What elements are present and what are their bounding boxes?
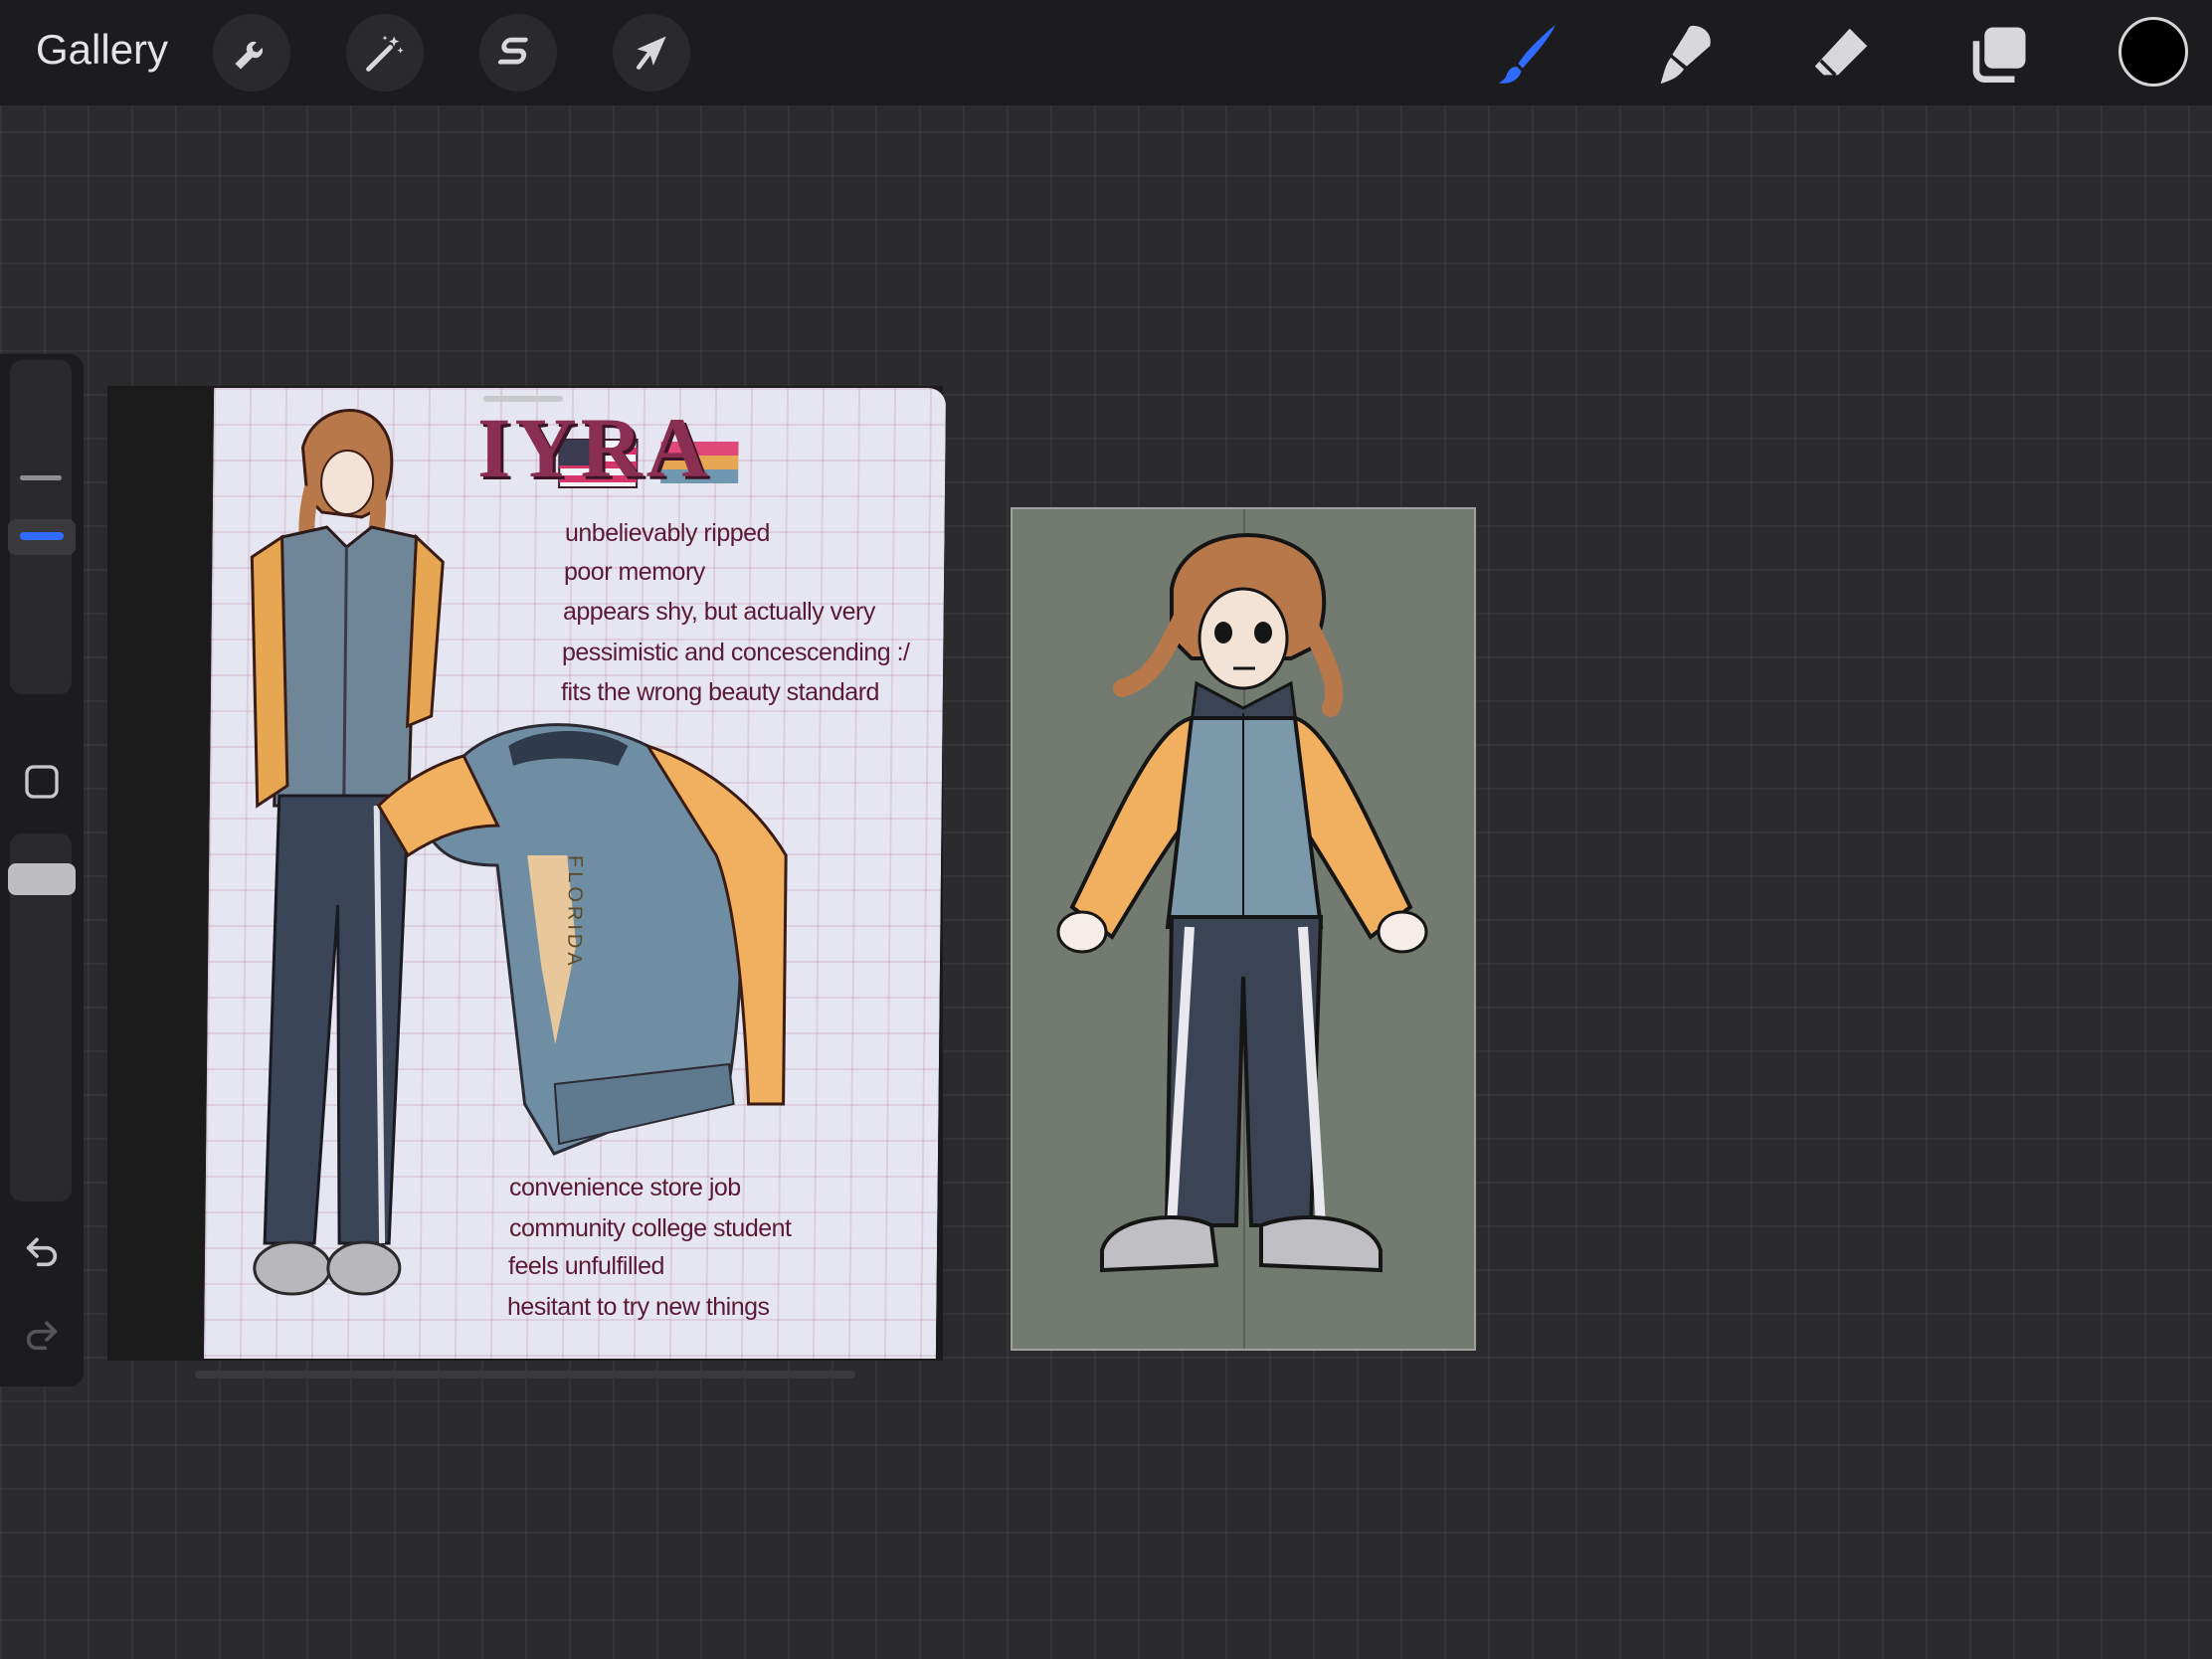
brush-size-thumb[interactable] — [8, 519, 76, 555]
brush-icon — [1499, 25, 1556, 84]
wrench-icon — [235, 42, 263, 70]
adjustments-button[interactable] — [346, 14, 424, 92]
brush-button[interactable] — [1492, 18, 1566, 92]
character-drawing — [1056, 533, 1428, 1273]
smudge-button[interactable] — [1647, 18, 1721, 92]
undo-button[interactable] — [14, 1223, 70, 1279]
trait-line: appears shy, but actually very — [563, 598, 875, 626]
smudge-icon — [1660, 25, 1711, 85]
opacity-thumb[interactable] — [8, 863, 76, 895]
trait-line: feels unfulfilled — [508, 1252, 664, 1280]
drawing-canvas[interactable] — [1011, 507, 1476, 1351]
redo-icon — [26, 1321, 58, 1351]
magic-wand-icon — [366, 35, 404, 72]
trait-line: pessimistic and concescending :/ — [562, 639, 910, 666]
undo-icon — [26, 1237, 58, 1267]
arrow-cursor-icon — [636, 36, 666, 70]
top-toolbar: Gallery — [0, 0, 2212, 105]
eraser-button[interactable] — [1804, 18, 1878, 92]
trait-line: unbelievably ripped — [565, 519, 770, 547]
reference-window-scrollbar[interactable] — [195, 1371, 855, 1379]
modify-button[interactable] — [14, 754, 70, 810]
square-icon — [25, 765, 59, 799]
trait-line: poor memory — [564, 558, 705, 586]
trait-line: hesitant to try new things — [507, 1293, 770, 1321]
sidebar-panel — [0, 354, 84, 1386]
color-picker-swatch[interactable] — [2119, 17, 2188, 87]
gallery-button[interactable]: Gallery — [36, 26, 168, 74]
selection-s-icon — [497, 37, 528, 65]
layers-icon — [1972, 27, 2026, 84]
trait-line: convenience store job — [509, 1174, 741, 1201]
jacket-print-text: FLORIDA — [562, 855, 587, 970]
actions-button[interactable] — [213, 14, 290, 92]
trait-line: community college student — [509, 1214, 792, 1242]
eraser-icon — [1814, 28, 1868, 77]
redo-button[interactable] — [14, 1307, 70, 1363]
slider-tick — [20, 475, 62, 480]
layers-button[interactable] — [1961, 18, 2035, 92]
selection-button[interactable] — [479, 14, 557, 92]
trait-line: fits the wrong beauty standard — [561, 678, 879, 706]
character-name: IYRA — [477, 400, 712, 495]
transform-button[interactable] — [613, 14, 690, 92]
